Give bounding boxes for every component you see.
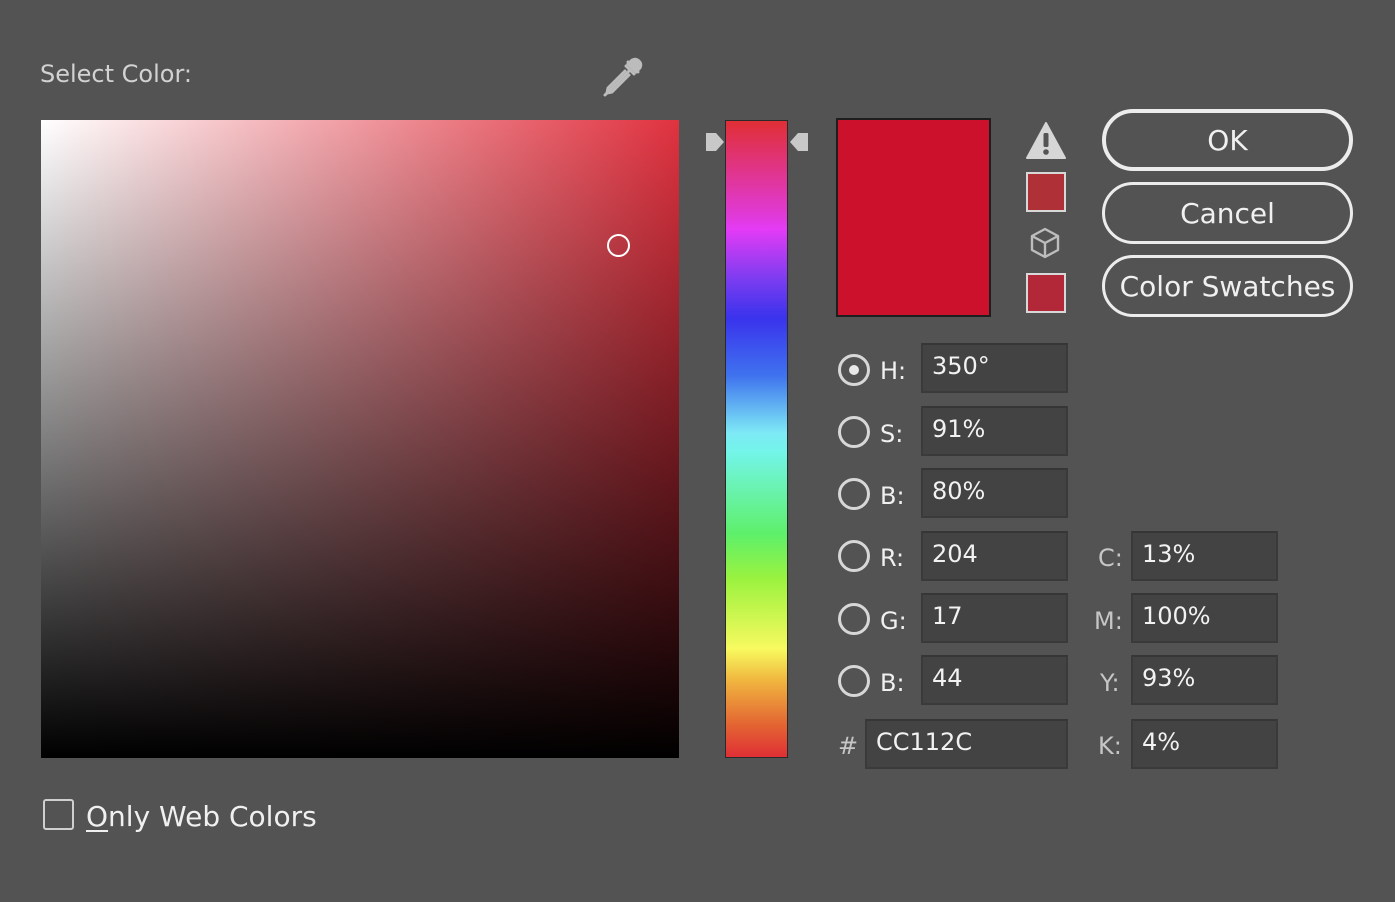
yellow-input[interactable] bbox=[1131, 655, 1278, 705]
blue-input[interactable] bbox=[921, 655, 1068, 705]
only-web-colors-checkbox[interactable] bbox=[43, 799, 74, 830]
magenta-input[interactable] bbox=[1131, 593, 1278, 643]
gamut-warning-swatch[interactable] bbox=[1026, 172, 1066, 212]
color-picker-dialog: Select Color: OK Cancel Color Swatches H… bbox=[0, 0, 1395, 902]
hue-input[interactable] bbox=[921, 343, 1068, 393]
web-safe-swatch[interactable] bbox=[1026, 273, 1066, 313]
dialog-title: Select Color: bbox=[40, 60, 192, 88]
cyan-input[interactable] bbox=[1131, 531, 1278, 581]
red-radio[interactable] bbox=[838, 540, 870, 572]
saturation-brightness-field[interactable] bbox=[41, 120, 679, 758]
black-label: K: bbox=[1098, 732, 1122, 760]
cyan-label: C: bbox=[1098, 544, 1123, 572]
hex-input[interactable] bbox=[865, 719, 1068, 769]
magenta-label: M: bbox=[1094, 607, 1123, 635]
saturation-radio[interactable] bbox=[838, 416, 870, 448]
brightness-input[interactable] bbox=[921, 468, 1068, 518]
hue-slider-left-arrow-icon[interactable] bbox=[704, 131, 726, 153]
hex-label: # bbox=[838, 732, 859, 760]
cube-icon bbox=[1027, 225, 1063, 261]
only-web-colors-label[interactable]: Only Web Colors bbox=[86, 800, 317, 833]
ok-button[interactable]: OK bbox=[1102, 109, 1353, 171]
radio-selected-dot bbox=[849, 365, 859, 375]
only-web-colors-label-text: nly Web Colors bbox=[108, 800, 317, 833]
blue-label: B: bbox=[880, 669, 905, 697]
hue-slider[interactable] bbox=[725, 120, 788, 758]
black-input[interactable] bbox=[1131, 719, 1278, 769]
hue-slider-right-arrow-icon[interactable] bbox=[788, 131, 810, 153]
color-preview bbox=[836, 118, 991, 317]
yellow-label: Y: bbox=[1100, 669, 1120, 697]
brightness-label: B: bbox=[880, 482, 905, 510]
eyedropper-icon[interactable] bbox=[600, 54, 646, 100]
red-input[interactable] bbox=[921, 531, 1068, 581]
brightness-radio[interactable] bbox=[838, 478, 870, 510]
color-swatches-button[interactable]: Color Swatches bbox=[1102, 255, 1353, 317]
green-input[interactable] bbox=[921, 593, 1068, 643]
only-web-colors-mnemonic: O bbox=[86, 800, 109, 833]
blue-radio[interactable] bbox=[838, 665, 870, 697]
saturation-input[interactable] bbox=[921, 406, 1068, 456]
green-label: G: bbox=[880, 607, 907, 635]
hue-label: H: bbox=[880, 357, 907, 385]
saturation-label: S: bbox=[880, 420, 904, 448]
hue-radio[interactable] bbox=[838, 354, 870, 386]
warning-triangle-icon bbox=[1024, 120, 1068, 162]
red-label: R: bbox=[880, 544, 905, 572]
green-radio[interactable] bbox=[838, 603, 870, 635]
cancel-button[interactable]: Cancel bbox=[1102, 182, 1353, 244]
color-field-marker[interactable] bbox=[607, 234, 630, 257]
